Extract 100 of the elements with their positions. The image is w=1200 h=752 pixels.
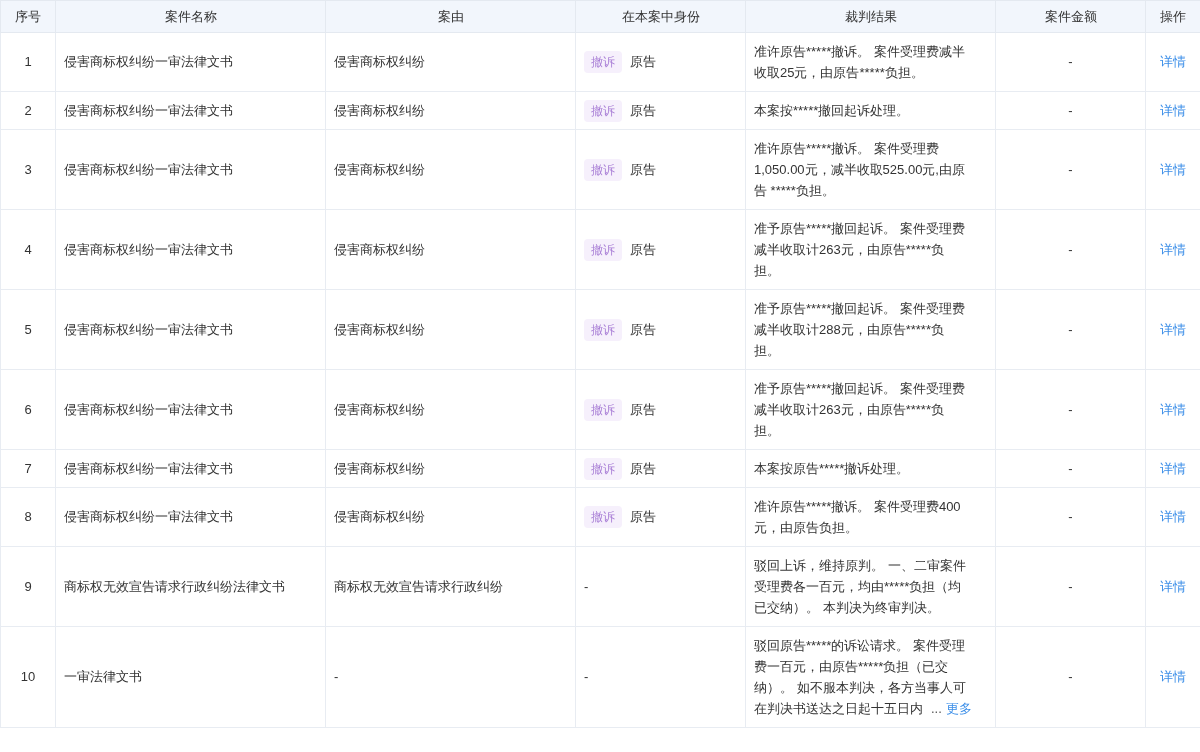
column-header: 案由 — [325, 0, 576, 33]
details-link[interactable]: 详情 — [1160, 241, 1186, 257]
judgment-text: 担。 — [754, 342, 780, 360]
table-cell: - — [995, 91, 1146, 130]
judgment-text: 减半收取计263元，由原告*****负 — [754, 241, 944, 259]
judgment-text: 在判决书送达之日起十五日内 — [754, 700, 923, 718]
role-text: - — [584, 577, 589, 596]
table-cell: 商标权无效宣告请求行政纠纷 — [325, 546, 576, 627]
table-cell: - — [995, 369, 1146, 450]
role-text: 原告 — [630, 53, 656, 72]
role-text: - — [584, 668, 589, 687]
judgment-text: 准许原告*****撤诉。 案件受理费 — [754, 140, 939, 158]
table-cell: 侵害商标权纠纷一审法律文书 — [55, 449, 326, 488]
table-cell: 8 — [0, 487, 56, 547]
table-cell: 侵害商标权纠纷一审法律文书 — [55, 32, 326, 92]
judgment-text: 纳）。 如不服本判决，各方当事人可 — [754, 679, 966, 697]
role-text: 原告 — [630, 320, 656, 339]
table-cell: 商标权无效宣告请求行政纠纷法律文书 — [55, 546, 326, 627]
table-cell: 侵害商标权纠纷 — [325, 289, 576, 370]
details-link[interactable]: 详情 — [1160, 509, 1186, 525]
judgment-text: 减半收取计288元，由原告*****负 — [754, 321, 944, 339]
more-link[interactable]: 更多 — [945, 698, 972, 719]
details-link[interactable]: 详情 — [1160, 401, 1186, 417]
table-cell: - — [995, 626, 1146, 728]
column-header: 案件金额 — [995, 0, 1146, 33]
role-text: 原告 — [630, 508, 656, 527]
column-header: 在本案中身份 — [575, 0, 746, 33]
judgment-text: 减半收取计263元，由原告*****负 — [754, 401, 944, 419]
table-cell: 侵害商标权纠纷 — [325, 449, 576, 488]
table-cell: - — [995, 32, 1146, 92]
table-cell: - — [995, 487, 1146, 547]
role-text: 原告 — [630, 240, 656, 259]
judgment-text: 告 *****负担。 — [754, 182, 835, 200]
table-cell: 侵害商标权纠纷 — [325, 32, 576, 92]
table-cell: - — [325, 626, 576, 728]
status-tag: 撤诉 — [584, 318, 622, 341]
judgment-text: 收取25元，由原告*****负担。 — [754, 64, 924, 82]
table-cell: 7 — [0, 449, 56, 488]
judgment-text: 担。 — [754, 262, 780, 280]
status-tag: 撤诉 — [584, 506, 622, 528]
column-header: 裁判结果 — [745, 0, 996, 33]
judgment-text: 驳回原告*****的诉讼请求。 案件受理 — [754, 637, 965, 655]
details-link[interactable]: 详情 — [1160, 161, 1186, 177]
judgment-text: 元，由原告负担。 — [754, 519, 858, 537]
judgment-text: 准予原告*****撤回起诉。 案件受理费 — [754, 380, 965, 398]
table-cell: 侵害商标权纠纷一审法律文书 — [55, 129, 326, 210]
status-tag: 撤诉 — [584, 457, 622, 480]
column-header: 序号 — [0, 0, 56, 33]
table-cell: 侵害商标权纠纷一审法律文书 — [55, 369, 326, 450]
table-cell: 2 — [0, 91, 56, 130]
judgment-text: 本案按*****撤回起诉处理。 — [754, 102, 910, 120]
table-cell: 侵害商标权纠纷 — [325, 487, 576, 547]
judgment-text: 担。 — [754, 422, 780, 440]
column-header: 案件名称 — [55, 0, 326, 33]
table-cell: - — [995, 289, 1146, 370]
details-link[interactable]: 详情 — [1160, 669, 1186, 685]
table-cell: 侵害商标权纠纷 — [325, 369, 576, 450]
role-text: 原告 — [630, 101, 656, 120]
judgment-text: 1,050.00元，减半收取525.00元,由原 — [754, 161, 965, 179]
table-cell: 6 — [0, 369, 56, 450]
status-tag: 撤诉 — [584, 51, 622, 73]
judgment-text: 驳回上诉，维持原判。 一、二审案件 — [754, 557, 966, 575]
table-cell: 3 — [0, 129, 56, 210]
table-cell: 侵害商标权纠纷一审法律文书 — [55, 289, 326, 370]
status-tag: 撤诉 — [584, 398, 622, 421]
table-cell: 侵害商标权纠纷 — [325, 91, 576, 130]
table-cell: - — [995, 546, 1146, 627]
column-header: 操作 — [1145, 0, 1200, 33]
judgment-text: 准许原告*****撤诉。 案件受理费400 — [754, 498, 961, 516]
judgment-text: 费一百元，由原告*****负担（已交 — [754, 658, 949, 676]
details-link[interactable]: 详情 — [1160, 321, 1186, 337]
role-text: 原告 — [630, 400, 656, 419]
table-cell: - — [995, 209, 1146, 290]
status-tag: 撤诉 — [584, 99, 622, 122]
table-cell: - — [995, 129, 1146, 210]
status-tag: 撤诉 — [584, 238, 622, 261]
ellipsis-text: ... — [931, 700, 942, 718]
judgment-text: 本案按原告*****撤诉处理。 — [754, 460, 910, 478]
table-cell: 4 — [0, 209, 56, 290]
table-cell: 侵害商标权纠纷 — [325, 209, 576, 290]
status-tag: 撤诉 — [584, 158, 622, 181]
table-cell: 5 — [0, 289, 56, 370]
judgment-text: 准予原告*****撤回起诉。 案件受理费 — [754, 220, 965, 238]
judgment-text: 准予原告*****撤回起诉。 案件受理费 — [754, 300, 965, 318]
role-text: 原告 — [630, 160, 656, 179]
table-cell: 侵害商标权纠纷一审法律文书 — [55, 91, 326, 130]
table-cell: 侵害商标权纠纷一审法律文书 — [55, 487, 326, 547]
details-link[interactable]: 详情 — [1160, 578, 1186, 594]
table-cell: 侵害商标权纠纷 — [325, 129, 576, 210]
details-link[interactable]: 详情 — [1160, 102, 1186, 118]
table-cell: 10 — [0, 626, 56, 728]
details-link[interactable]: 详情 — [1160, 54, 1186, 70]
judgment-text: 受理费各一百元，均由*****负担（均 — [754, 578, 962, 596]
judgment-text: 准许原告*****撤诉。 案件受理费减半 — [754, 43, 965, 61]
table-cell: 一审法律文书 — [55, 626, 326, 728]
judgment-text: 已交纳）。 本判决为终审判决。 — [754, 599, 940, 617]
table-cell: - — [995, 449, 1146, 488]
details-link[interactable]: 详情 — [1160, 460, 1186, 476]
role-text: 原告 — [630, 459, 656, 478]
table-cell: 9 — [0, 546, 56, 627]
